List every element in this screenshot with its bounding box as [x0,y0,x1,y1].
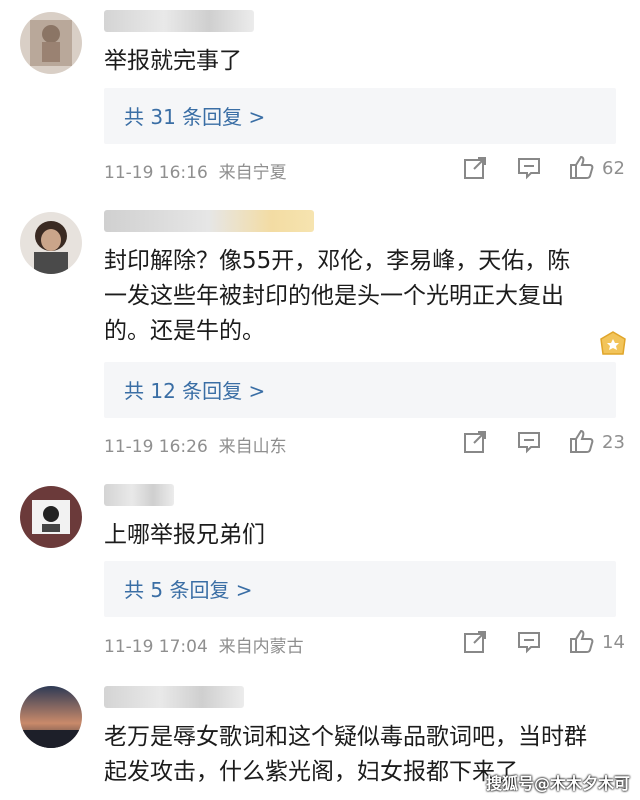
username-blurred[interactable] [104,210,314,232]
comment-location: 来自宁夏 [218,163,287,183]
comment-line: 封印解除？像55开，邓伦，李易峰，天佑，陈 [104,248,571,274]
thumbs-up-icon[interactable] [568,428,594,454]
reply-count-label: 共 12 条回复 > [124,379,266,403]
watermark: 搜狐号@木木夕木可 [486,774,631,793]
comment-meta: 11-19 16:26 来自山东 [104,432,287,457]
thumbs-up-icon[interactable] [568,154,594,180]
reply-count-label: 共 31 条回复 > [124,105,266,129]
reply-count-button[interactable]: 共 31 条回复 > [104,88,616,144]
comment-icon[interactable] [516,429,542,455]
reply-count-button[interactable]: 共 5 条回复 > [104,561,616,617]
like-count: 14 [602,632,625,653]
username-blurred[interactable] [104,10,254,32]
share-icon[interactable] [462,629,488,655]
comment-date: 11-19 16:16 [104,163,208,183]
comment-location: 来自内蒙古 [218,637,304,657]
comment-text: 举报就完事了 [104,48,242,74]
share-icon[interactable] [462,429,488,455]
medal-badge-icon [600,331,626,355]
comment-text: 封印解除？像55开，邓伦，李易峰，天佑，陈 一发这些年被封印的他是头一个光明正大… [104,244,604,349]
thumbs-up-icon[interactable] [568,628,594,654]
comment-icon[interactable] [516,155,542,181]
avatar[interactable] [20,486,82,548]
comment-line: 老万是辱女歌词和这个疑似毒品歌词吧，当时群 [104,724,587,750]
comment-text: 上哪举报兄弟们 [104,522,265,548]
comment-date: 11-19 16:26 [104,437,208,457]
like-count: 23 [602,432,625,453]
comment-icon[interactable] [516,629,542,655]
reply-count-button[interactable]: 共 12 条回复 > [104,362,616,418]
share-icon[interactable] [462,155,488,181]
username-blurred[interactable] [104,484,174,506]
comment-date: 11-19 17:04 [104,637,208,657]
comment-line: 的。还是牛的。 [104,318,265,344]
comment-meta: 11-19 16:16 来自宁夏 [104,158,287,183]
like-count: 62 [602,158,625,179]
comment-location: 来自山东 [218,437,287,457]
username-blurred[interactable] [104,686,244,708]
avatar[interactable] [20,212,82,274]
comment-line: 一发这些年被封印的他是头一个光明正大复出 [104,283,564,309]
avatar[interactable] [20,686,82,748]
reply-count-label: 共 5 条回复 > [124,578,253,602]
avatar[interactable] [20,12,82,74]
comment-meta: 11-19 17:04 来自内蒙古 [104,632,304,657]
